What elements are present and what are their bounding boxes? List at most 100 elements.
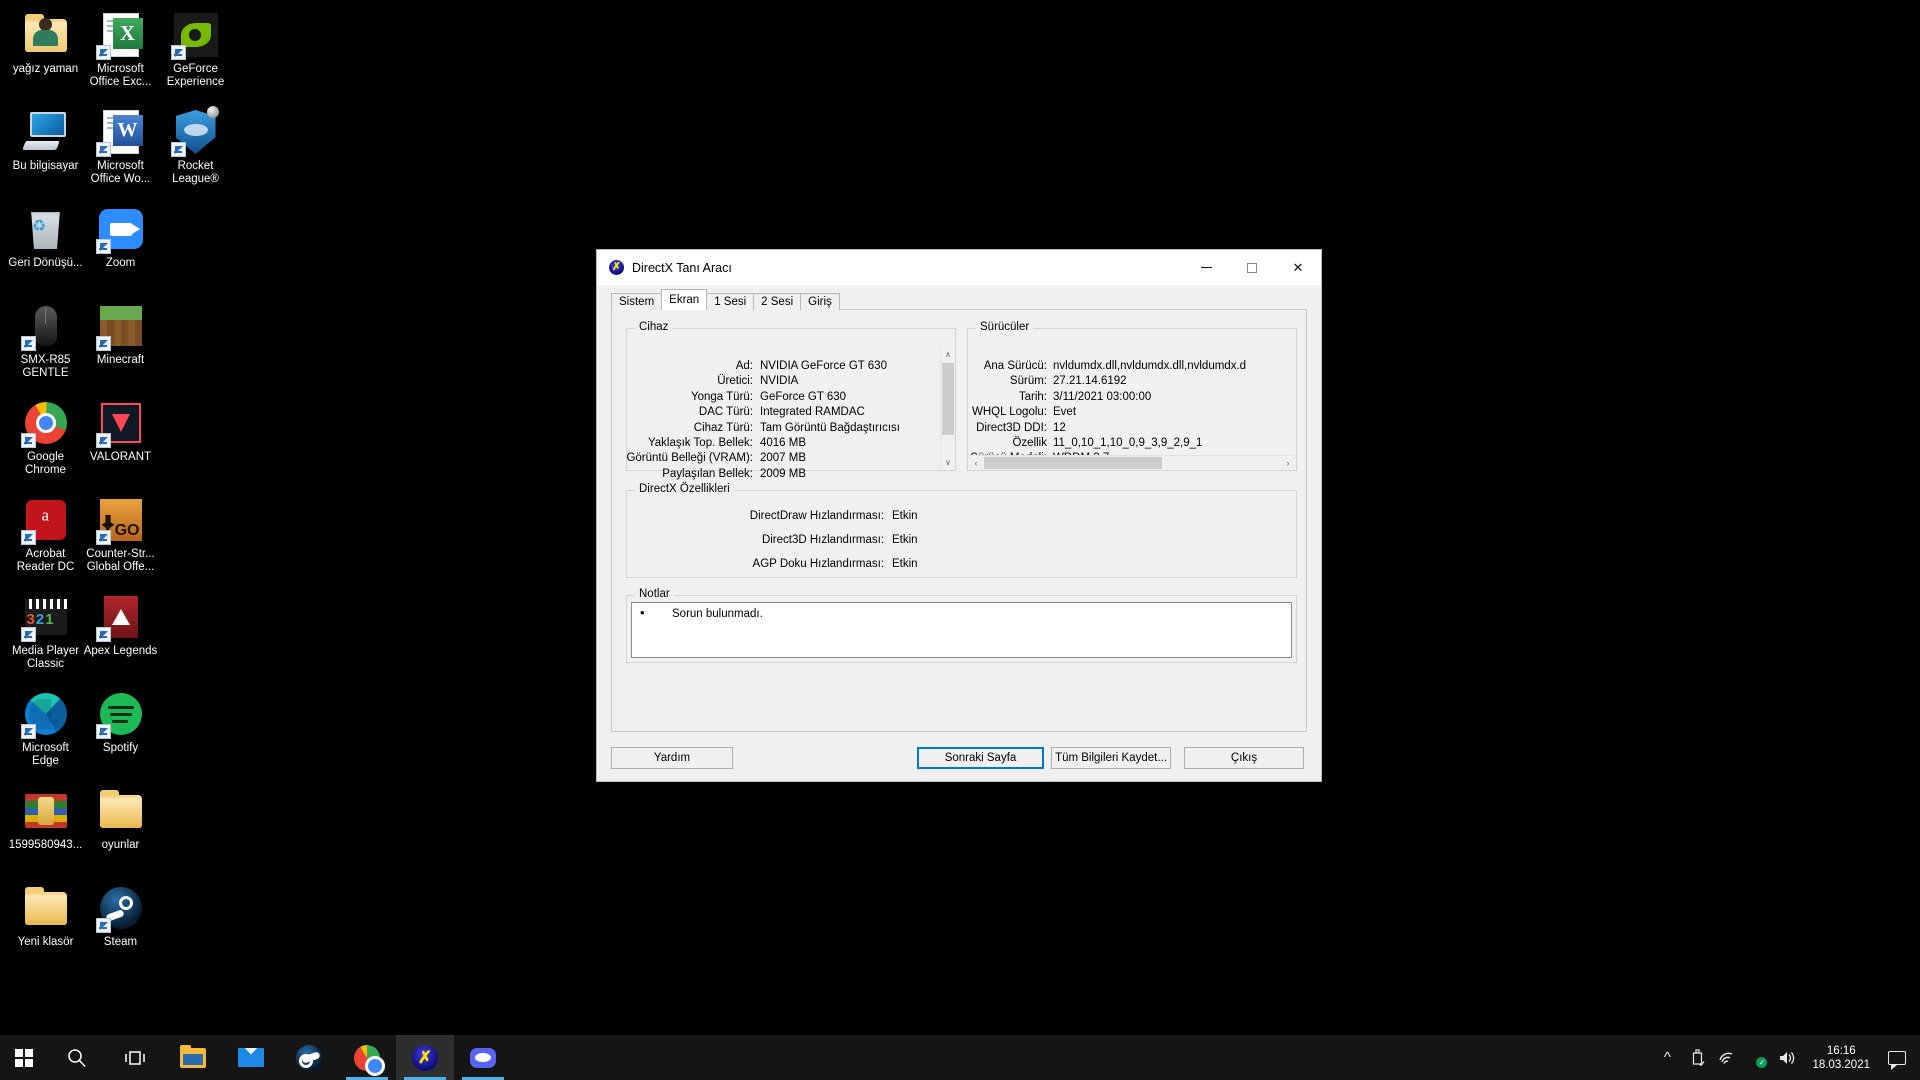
drivers-horizontal-scrollbar[interactable]: ‹ › (969, 455, 1295, 469)
tab-2-sesi[interactable]: 2 Sesi (753, 293, 802, 310)
scrollbar-thumb[interactable] (942, 363, 954, 435)
dxdiag-glyph: ✗ (412, 1044, 438, 1071)
desktop-icon-label: Minecraft (96, 354, 145, 366)
info-row-label: Üretici: (717, 375, 753, 388)
close-button[interactable]: ✕ (1275, 250, 1321, 286)
desktop-icon[interactable]: Microsoft Edge (8, 683, 83, 780)
desktop-icon[interactable]: oyunlar (83, 780, 158, 877)
search-button[interactable] (48, 1035, 106, 1080)
clock[interactable]: 16:16 18.03.2021 (1802, 1044, 1880, 1072)
taskbar[interactable]: ✗ ^ ✓ 16:16 18.03.2021 (0, 1035, 1920, 1080)
desktop-icon[interactable]: Steam (83, 877, 158, 974)
help-button[interactable]: Yardım (611, 747, 733, 769)
note-item: Sorun bulunmadı. (638, 606, 1285, 621)
scroll-down-icon[interactable]: ∨ (941, 455, 955, 469)
driver-info-list: Ana Sürücü: nvldumdx.dll,nvldumdx.dll,nvl… (968, 329, 1296, 470)
dxdiag-button[interactable]: ✗ (396, 1035, 454, 1080)
desktop-icon-label: Bu bilgisayar (12, 160, 79, 172)
zoom-icon (95, 205, 145, 254)
desktop-icon-grid: yağız yaman X Microsoft Office Exc... GeFor… (8, 4, 238, 974)
tab-1-sesi[interactable]: 1 Sesi (706, 293, 755, 310)
notes-textbox[interactable]: Sorun bulunmadı. (631, 602, 1292, 658)
window-titlebar[interactable]: ✗ DirectX Tanı Aracı ✕ (597, 250, 1321, 286)
desktop-icon[interactable]: W Microsoft Office Wo... (83, 101, 158, 198)
desktop-icon[interactable]: ♻ Geri Dönüşü... (8, 198, 83, 295)
usb-glyph (1692, 1049, 1705, 1066)
scroll-up-icon[interactable]: ∧ (941, 347, 955, 361)
steam-button[interactable] (280, 1035, 338, 1080)
start-button[interactable] (0, 1035, 48, 1080)
valorant-icon (95, 399, 145, 448)
chrome-button[interactable] (338, 1035, 396, 1080)
desktop-icon-label: oyunlar (101, 839, 140, 851)
tab-ekran[interactable]: Ekran (661, 289, 708, 310)
file-explorer-button[interactable] (164, 1035, 222, 1080)
desktop-icon[interactable]: GeForce Experience (158, 4, 233, 101)
desktop-icon[interactable]: 1599580943... (8, 780, 83, 877)
info-row: AGP Doku Hızlandırması: Etkin (627, 557, 1296, 572)
minimize-icon (1200, 267, 1212, 268)
scrollbar-thumb[interactable] (984, 456, 1162, 469)
desktop-icon[interactable]: Bu bilgisayar (8, 101, 83, 198)
info-row-label: WHQL Logolu: (972, 406, 1047, 419)
action-center-button[interactable] (1880, 1035, 1914, 1080)
info-row-label: Ad: (735, 360, 753, 372)
windows-security-shield-icon[interactable]: ✓ (1742, 1035, 1772, 1080)
shortcut-arrow-icon (20, 433, 36, 448)
next-page-button[interactable]: Sonraki Sayfa (917, 747, 1044, 769)
save-all-information-button[interactable]: Tüm Bilgileri Kaydet... (1051, 747, 1171, 769)
shortcut-arrow-icon (95, 724, 111, 739)
system-tray: ^ ✓ 16:16 18.03.2021 (1652, 1035, 1920, 1080)
shortcut-arrow-icon (95, 433, 111, 448)
discord-button[interactable] (454, 1035, 512, 1080)
info-row: Yaklaşık Top. Bellek: 4016 MB (627, 436, 955, 451)
desktop-icon[interactable]: SMX-R85 GENTLE (8, 295, 83, 392)
show-hidden-icons-chevron-icon[interactable]: ^ (1652, 1035, 1682, 1080)
exit-button[interactable]: Çıkış (1184, 747, 1304, 769)
dxdiag-icon: ✗ (609, 260, 624, 275)
spotify-icon (95, 690, 145, 739)
scroll-left-icon[interactable]: ‹ (969, 456, 983, 470)
desktop-icon[interactable]: Google Chrome (8, 392, 83, 489)
desktop-icon[interactable]: Rocket League® (158, 101, 233, 198)
task-view-button[interactable] (106, 1035, 164, 1080)
desktop-icon[interactable]: Minecraft (83, 295, 158, 392)
desktop-icon[interactable]: Apex Legends (83, 586, 158, 683)
desktop-icon[interactable]: GO Counter-Str... Global Offe... (83, 489, 158, 586)
desktop-icon[interactable]: yağız yaman (8, 4, 83, 101)
group-notes-label: Notlar (635, 588, 674, 600)
desktop-icon[interactable]: Spotify (83, 683, 158, 780)
info-row-value: 4016 MB (760, 437, 807, 449)
info-row-value: NVIDIA (760, 375, 799, 388)
shield-glyph: ✓ (1748, 1049, 1768, 1068)
info-row: Ana Sürücü: nvldumdx.dll,nvldumdx.dll,nvl… (968, 359, 1296, 374)
scroll-right-icon[interactable]: › (1281, 456, 1295, 470)
desktop-icon[interactable]: X Microsoft Office Exc... (83, 4, 158, 101)
wifi-icon[interactable] (1712, 1035, 1742, 1080)
info-row-label: Paylaşılan Bellek: (662, 467, 753, 480)
desktop-icon[interactable]: Zoom (83, 198, 158, 295)
desktop-icon[interactable]: 321 Media Player Classic (8, 586, 83, 683)
folder-shape (99, 789, 142, 828)
volume-icon[interactable] (1772, 1035, 1802, 1080)
csgo-go-text: GO (114, 522, 140, 539)
folder-icon (22, 884, 70, 932)
desktop-icon[interactable]: Yeni klasör (8, 877, 83, 974)
apex-legends-icon (95, 593, 145, 642)
maximize-button[interactable] (1229, 250, 1275, 286)
info-row: Üretici: NVIDIA (627, 374, 955, 389)
shortcut-arrow-icon (95, 239, 111, 254)
nvidia-geforce-icon (170, 11, 220, 60)
desktop-icon[interactable]: VALORANT (83, 392, 158, 489)
dxdiag-window[interactable]: ✗ DirectX Tanı Aracı ✕ Sistem Ekran 1 Sesi… (596, 249, 1322, 782)
tab-sistem[interactable]: Sistem (611, 293, 663, 310)
clock-time: 16:16 (1826, 1044, 1856, 1057)
steam-glyph (296, 1044, 322, 1071)
usb-safely-remove-icon[interactable] (1682, 1035, 1712, 1080)
tab-giriş[interactable]: Giriş (800, 293, 840, 310)
mail-button[interactable] (222, 1035, 280, 1080)
desktop-icon[interactable]: ᵃ Acrobat Reader DC (8, 489, 83, 586)
device-vertical-scrollbar[interactable]: ∧ ∨ (940, 347, 955, 469)
notes-list: Sorun bulunmadı. (638, 606, 1285, 621)
minimize-button[interactable] (1183, 250, 1229, 286)
